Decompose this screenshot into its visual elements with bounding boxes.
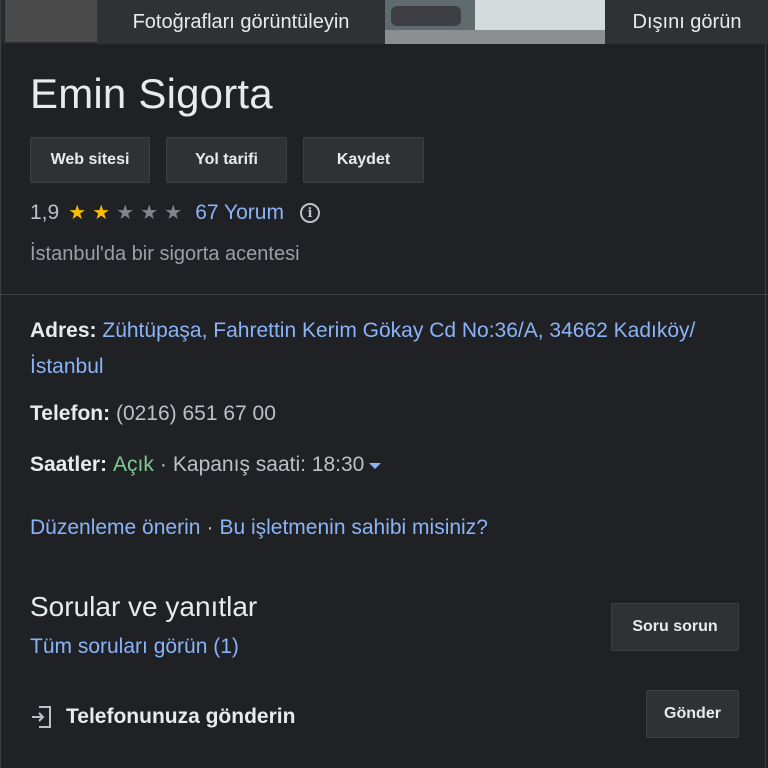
see-all-questions-link[interactable]: Tüm soruları görün (1) [30,635,239,659]
photo-strip: Fotoğrafları görüntüleyin Dışını görün [1,0,768,44]
hours-label: Saatler: [30,453,108,476]
address-row: Adres: Zühtüpaşa, Fahrettin Kerim Gökay … [30,313,730,385]
star-filled-icon: ★ [92,202,111,224]
business-photo[interactable] [5,0,97,42]
edit-links: Düzenleme önerin · Bu işletmenin sahibi mi… [30,516,488,540]
save-button[interactable]: Kaydet [303,137,424,183]
own-business-link[interactable]: Bu işletmenin sahibi misiniz? [219,516,487,539]
street-photo[interactable] [385,0,605,44]
reviews-link[interactable]: 67 Yorum [195,201,284,225]
rating-value: 1,9 [30,201,60,224]
rating-stars: ★ ★ ★ ★ ★ [65,201,185,225]
address-label: Adres: [30,319,97,342]
rating-row: 1,9 ★ ★ ★ ★ ★ 67 Yorum i [30,200,320,226]
star-empty-icon: ★ [140,202,159,224]
divider [1,294,768,295]
suggest-edit-link[interactable]: Düzenleme önerin [30,516,200,539]
business-panel: Fotoğrafları görüntüleyin Dışını görün E… [0,0,768,768]
open-status: Açık [113,453,154,476]
directions-button[interactable]: Yol tarifi [166,137,287,183]
send-to-phone-label: Telefonunuza gönderin [66,705,296,728]
info-icon[interactable]: i [299,203,320,223]
view-photos-button[interactable]: Fotoğrafları görüntüleyin [97,0,385,44]
hours-separator: · [159,453,167,476]
phone-number[interactable]: (0216) 651 67 00 [116,402,276,425]
business-category: İstanbul'da bir sigorta acentesi [30,243,300,265]
hours-row[interactable]: Saatler: Açık · Kapanış saati: 18:30 [30,453,382,477]
phone-row: Telefon: (0216) 651 67 00 [30,402,276,426]
chevron-down-icon[interactable] [369,463,382,469]
send-button[interactable]: Gönder [646,690,739,738]
qa-title: Sorular ve yanıtlar [30,591,258,622]
closing-time: Kapanış saati: 18:30 [172,453,365,476]
star-empty-icon: ★ [164,202,183,224]
business-name: Emin Sigorta [30,70,273,117]
view-outside-button[interactable]: Dışını görün [605,0,768,44]
website-button[interactable]: Web sitesi [30,137,150,183]
link-separator: · [206,516,214,539]
address-link[interactable]: Zühtüpaşa, Fahrettin Kerim Gökay Cd No:3… [30,319,695,378]
phone-label: Telefon: [30,402,111,425]
send-to-phone-icon [32,706,51,728]
star-filled-icon: ★ [68,202,87,224]
send-to-phone-row: Telefonunuza gönderin [30,704,295,730]
ask-question-button[interactable]: Soru sorun [611,603,739,651]
star-empty-icon: ★ [116,202,135,224]
